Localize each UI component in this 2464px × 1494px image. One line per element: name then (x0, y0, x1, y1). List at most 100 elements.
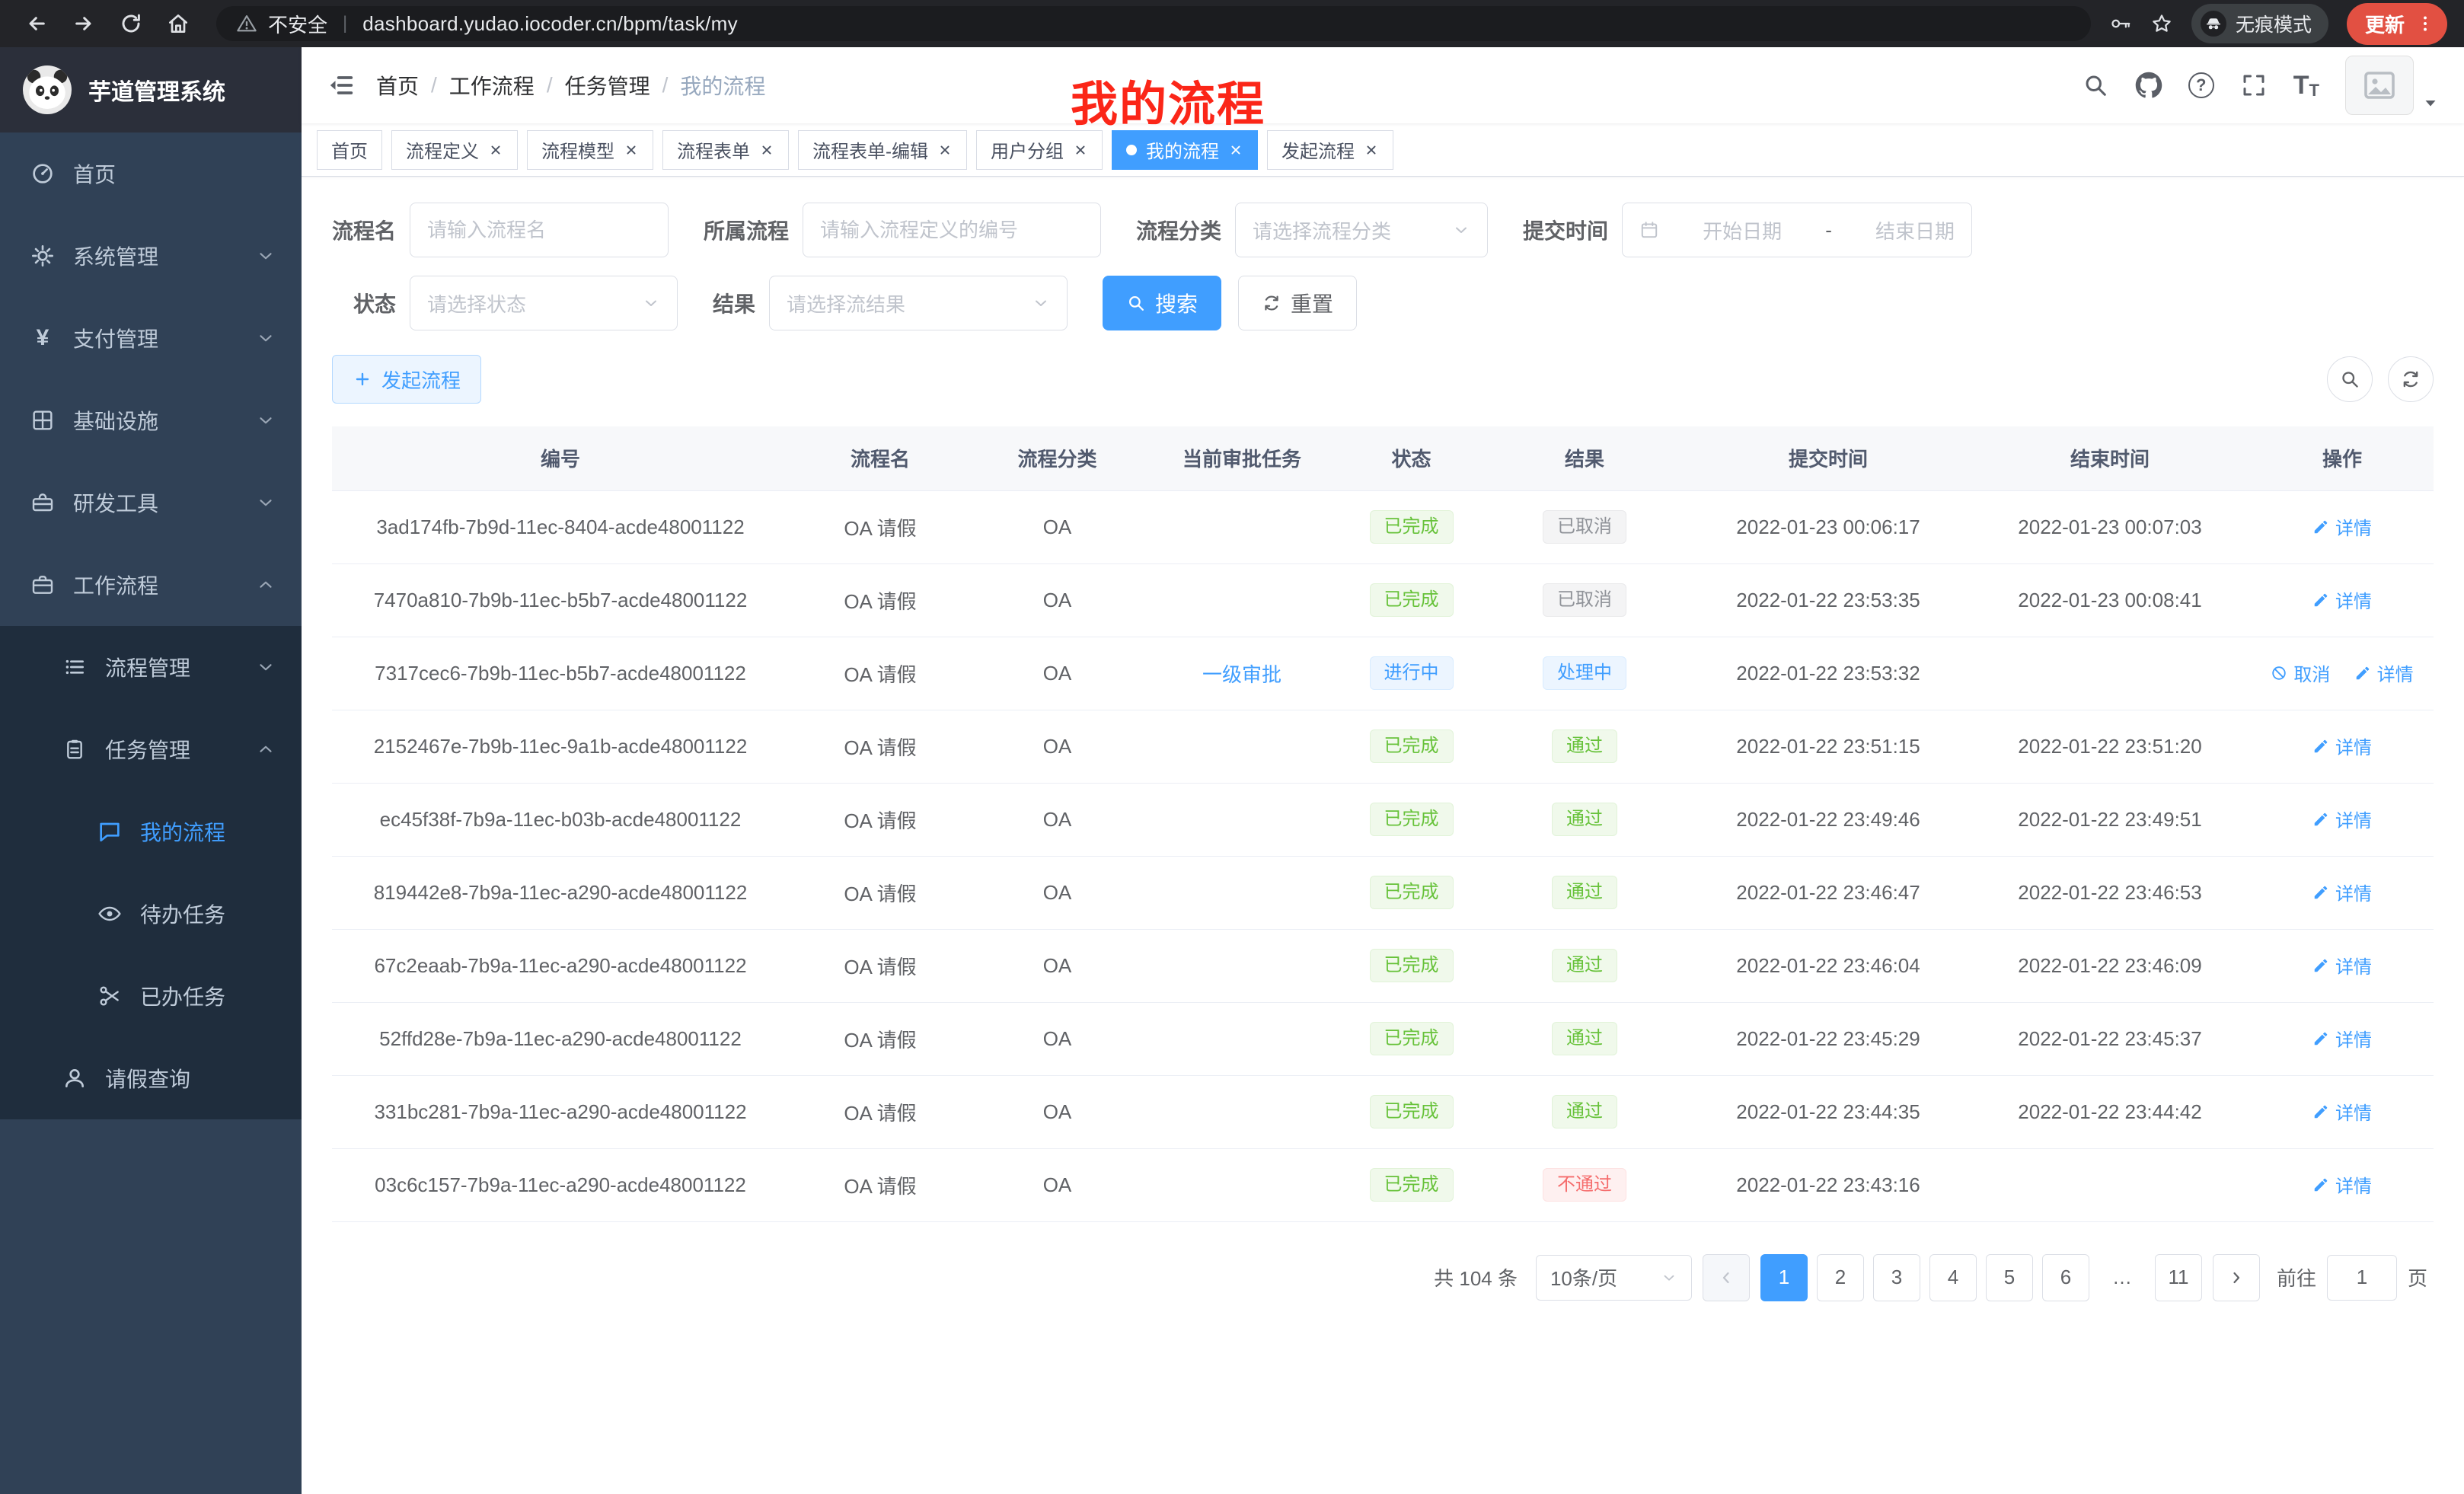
tab[interactable]: 首页 (317, 130, 382, 170)
category-select[interactable]: 请选择流程分类 (1235, 203, 1488, 257)
header-search-icon[interactable] (2082, 72, 2109, 99)
prev-page-button[interactable] (1703, 1254, 1750, 1301)
page-size-select[interactable]: 10条/页 (1536, 1255, 1692, 1301)
page-number-button[interactable]: 2 (1817, 1254, 1864, 1301)
avatar[interactable] (2345, 56, 2414, 115)
sidebar-item-payment[interactable]: ¥ 支付管理 (0, 297, 302, 379)
toggle-search-button[interactable] (2327, 356, 2373, 402)
tab-close-icon[interactable] (624, 142, 639, 158)
tab-close-icon[interactable] (488, 142, 503, 158)
detail-action[interactable]: 详情 (2312, 733, 2372, 759)
current-task-link[interactable]: 一级审批 (1202, 663, 1281, 686)
detail-action-label: 详情 (2335, 513, 2372, 540)
tab[interactable]: 发起流程 (1267, 130, 1393, 170)
tab[interactable]: 流程表单 (662, 130, 789, 170)
browser-home-button[interactable] (158, 4, 198, 43)
cell-end-time: 2022-01-22 23:51:20 (2018, 735, 2201, 758)
sidebar-item-my-processes[interactable]: 我的流程 (0, 790, 302, 873)
sidebar-item-devtools[interactable]: 研发工具 (0, 461, 302, 544)
tab[interactable]: 流程定义 (391, 130, 518, 170)
help-icon[interactable]: ? (2188, 72, 2214, 98)
tab-close-icon[interactable] (937, 142, 953, 158)
sidebar-item-system[interactable]: 系统管理 (0, 215, 302, 297)
process-definition-input[interactable] (803, 203, 1101, 257)
detail-action[interactable]: 详情 (2312, 1098, 2372, 1125)
bookmark-star-icon[interactable] (2150, 12, 2173, 35)
tab[interactable]: 流程表单-编辑 (798, 130, 967, 170)
tab[interactable]: 流程模型 (527, 130, 653, 170)
browser-forward-button[interactable] (64, 4, 104, 43)
reset-button[interactable]: 重置 (1238, 276, 1357, 330)
table-row: 03c6c157-7b9a-11ec-a290-acde48001122 OA … (332, 1148, 2434, 1221)
breadcrumb-item[interactable]: 任务管理 (565, 70, 650, 101)
page-number-button[interactable]: 4 (1929, 1254, 1977, 1301)
status-select[interactable]: 请选择状态 (410, 276, 678, 330)
sidebar-item-home[interactable]: 首页 (0, 132, 302, 215)
result-select[interactable]: 请选择流结果 (769, 276, 1068, 330)
cell-end-time: 2022-01-23 00:08:41 (2018, 589, 2201, 611)
font-size-icon[interactable]: TT (2293, 71, 2319, 101)
process-name-input[interactable] (410, 203, 669, 257)
page-number-button[interactable]: 6 (2042, 1254, 2089, 1301)
sidebar-item-process-management[interactable]: 流程管理 (0, 626, 302, 708)
tab[interactable]: 用户分组 (976, 130, 1103, 170)
browser-update-button[interactable]: 更新 (2347, 3, 2447, 45)
page-number-button[interactable]: 5 (1986, 1254, 2033, 1301)
page-number-button[interactable]: … (2099, 1254, 2146, 1301)
address-bar[interactable]: 不安全 | dashboard.yudao.iocoder.cn/bpm/tas… (216, 6, 2091, 41)
tab[interactable]: 我的流程 (1112, 130, 1258, 170)
sidebar-item-leave-query[interactable]: 请假查询 (0, 1037, 302, 1119)
breadcrumb-item[interactable]: 工作流程 (449, 70, 535, 101)
detail-action[interactable]: 详情 (2312, 879, 2372, 905)
next-page-button[interactable] (2213, 1254, 2260, 1301)
create-process-button[interactable]: 发起流程 (332, 355, 481, 404)
cell-end-time: 2022-01-22 23:45:37 (2018, 1027, 2201, 1050)
browser-reload-button[interactable] (111, 4, 151, 43)
sidebar-item-done-tasks[interactable]: 已办任务 (0, 955, 302, 1037)
tab-close-icon[interactable] (759, 142, 774, 158)
refresh-table-button[interactable] (2388, 356, 2434, 402)
sidebar-item-workflow[interactable]: 工作流程 (0, 544, 302, 626)
col-header-current-task: 当前审批任务 (1143, 426, 1341, 490)
browser-back-button[interactable] (17, 4, 56, 43)
github-icon[interactable] (2135, 72, 2162, 99)
tab-close-icon[interactable] (1364, 142, 1379, 158)
cancel-action[interactable]: 取消 (2271, 659, 2330, 686)
submit-time-range-picker[interactable]: 开始日期 - 结束日期 (1622, 203, 1972, 257)
status-placeholder: 请选择状态 (427, 289, 526, 318)
search-button[interactable]: 搜索 (1103, 276, 1221, 330)
page-number-button[interactable]: 11 (2155, 1254, 2202, 1301)
browser-menu-icon[interactable] (2415, 14, 2435, 34)
col-header-status: 状态 (1341, 426, 1482, 490)
end-date-placeholder: 结束日期 (1875, 216, 1955, 244)
key-icon[interactable] (2109, 12, 2132, 35)
result-tag: 通过 (1552, 949, 1617, 982)
goto-page-input[interactable] (2327, 1255, 2397, 1301)
detail-action[interactable]: 详情 (2312, 1025, 2372, 1052)
cell-end-time: 2022-01-22 23:44:42 (2018, 1100, 2201, 1123)
incognito-label: 无痕模式 (2236, 10, 2312, 37)
fullscreen-icon[interactable] (2240, 72, 2268, 99)
app-logo: 芋道管理系统 (0, 47, 302, 132)
detail-action[interactable]: 详情 (2312, 586, 2372, 613)
breadcrumb-item[interactable]: 首页 (376, 70, 419, 101)
detail-action[interactable]: 详情 (2312, 806, 2372, 832)
page-number-button[interactable]: 3 (1873, 1254, 1920, 1301)
status-label: 状态 (353, 288, 396, 318)
tab-close-icon[interactable] (1073, 142, 1088, 158)
sidebar-item-task-management[interactable]: 任务管理 (0, 708, 302, 790)
page-number-button[interactable]: 1 (1760, 1254, 1808, 1301)
detail-action[interactable]: 详情 (2312, 513, 2372, 540)
detail-action-label: 详情 (2377, 659, 2414, 686)
sidebar-fold-icon[interactable] (326, 70, 356, 101)
tab-label: 流程表单-编辑 (812, 136, 928, 163)
detail-action[interactable]: 详情 (2312, 1171, 2372, 1198)
sidebar-item-infrastructure[interactable]: 基础设施 (0, 379, 302, 461)
sidebar-item-todo-tasks[interactable]: 待办任务 (0, 873, 302, 955)
detail-action[interactable]: 详情 (2312, 952, 2372, 978)
tab-close-icon[interactable] (1228, 142, 1243, 158)
cell-name: OA 请假 (844, 809, 916, 832)
user-avatar-menu[interactable] (2345, 56, 2440, 115)
sidebar-item-label: 系统管理 (73, 241, 158, 271)
detail-action[interactable]: 详情 (2354, 659, 2414, 686)
